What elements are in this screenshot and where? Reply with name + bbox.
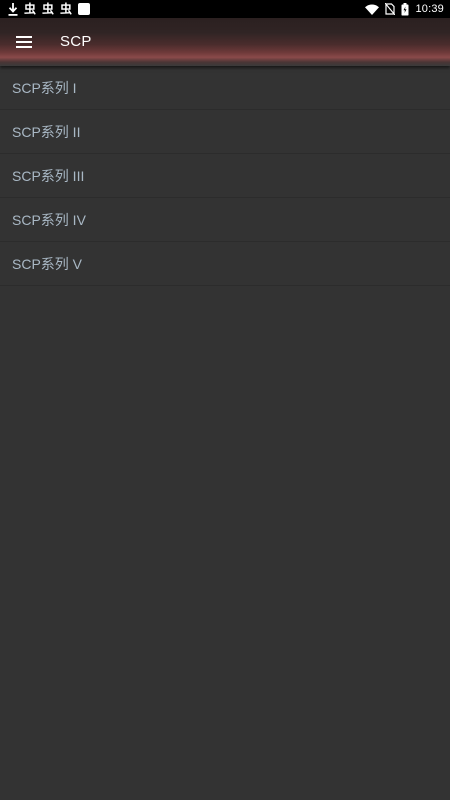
app-square-icon [78, 3, 91, 15]
clock: 10:39 [415, 3, 444, 15]
list-item-scp-series-4[interactable]: SCP系列 IV [0, 198, 450, 242]
list-item-scp-series-1[interactable]: SCP系列 I [0, 66, 450, 110]
system-icons: 10:39 [365, 2, 444, 16]
app-title: SCP [60, 33, 92, 50]
download-icon [8, 2, 18, 16]
app-bar: SCP [0, 18, 450, 66]
list-item-scp-series-3[interactable]: SCP系列 III [0, 154, 450, 198]
list-item-scp-series-2[interactable]: SCP系列 II [0, 110, 450, 154]
hamburger-menu-icon [16, 36, 32, 48]
hamburger-menu-button[interactable] [12, 30, 36, 54]
wifi-icon [365, 4, 380, 15]
battery-icon [401, 2, 409, 15]
status-bar: 虫 虫 虫 10:39 [0, 0, 450, 18]
bug-icon: 虫 [24, 2, 37, 16]
notification-icons: 虫 虫 虫 [8, 2, 91, 16]
bug-icon: 虫 [42, 2, 55, 16]
bug-icon: 虫 [60, 2, 73, 16]
app-screen: 虫 虫 虫 10:39 SCP SCP系列 I SCP系列 II SCP系列 I… [0, 0, 450, 800]
no-sim-icon [385, 3, 396, 15]
scp-series-list: SCP系列 I SCP系列 II SCP系列 III SCP系列 IV SCP系… [0, 66, 450, 286]
list-item-scp-series-5[interactable]: SCP系列 V [0, 242, 450, 286]
